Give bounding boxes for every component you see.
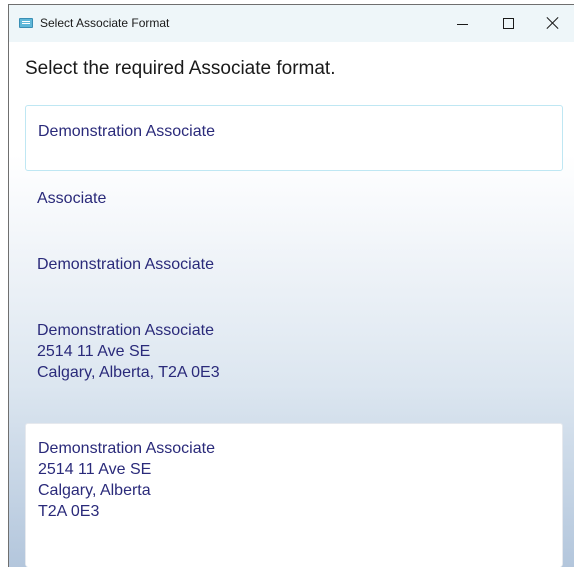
option-line: 2514 11 Ave SE: [37, 343, 151, 360]
format-option-address-4-line[interactable]: Demonstration Associate 2514 11 Ave SE C…: [25, 423, 563, 567]
format-option-address-3-line[interactable]: Demonstration Associate 2514 11 Ave SE C…: [25, 320, 563, 390]
option-line: Demonstration Associate: [37, 256, 214, 273]
minimize-icon: [457, 24, 468, 25]
option-line: Demonstration Associate: [37, 322, 214, 339]
close-button[interactable]: [529, 5, 574, 42]
option-line: 2514 11 Ave SE: [38, 461, 152, 478]
format-option-name[interactable]: Demonstration Associate: [25, 105, 563, 171]
option-line: Calgary, Alberta: [38, 482, 151, 499]
close-icon: [546, 16, 559, 29]
keyboard-icon: [19, 18, 33, 28]
option-line: Demonstration Associate: [38, 123, 215, 140]
title-bar[interactable]: Select Associate Format: [9, 5, 574, 42]
dialog-window: Select Associate Format Select the requi…: [8, 4, 574, 567]
minimize-button[interactable]: [439, 5, 485, 42]
option-line: Demonstration Associate: [38, 440, 215, 457]
prompt-text: Select the required Associate format.: [25, 58, 336, 79]
maximize-button[interactable]: [485, 5, 531, 42]
format-option-name-alt[interactable]: Demonstration Associate: [25, 254, 563, 284]
option-line: T2A 0E3: [38, 503, 100, 520]
maximize-icon: [503, 18, 514, 29]
window-title: Select Associate Format: [40, 16, 170, 30]
option-line: Calgary, Alberta, T2A 0E3: [37, 364, 220, 381]
option-line: Associate: [37, 190, 107, 207]
format-option-short[interactable]: Associate: [25, 188, 563, 218]
